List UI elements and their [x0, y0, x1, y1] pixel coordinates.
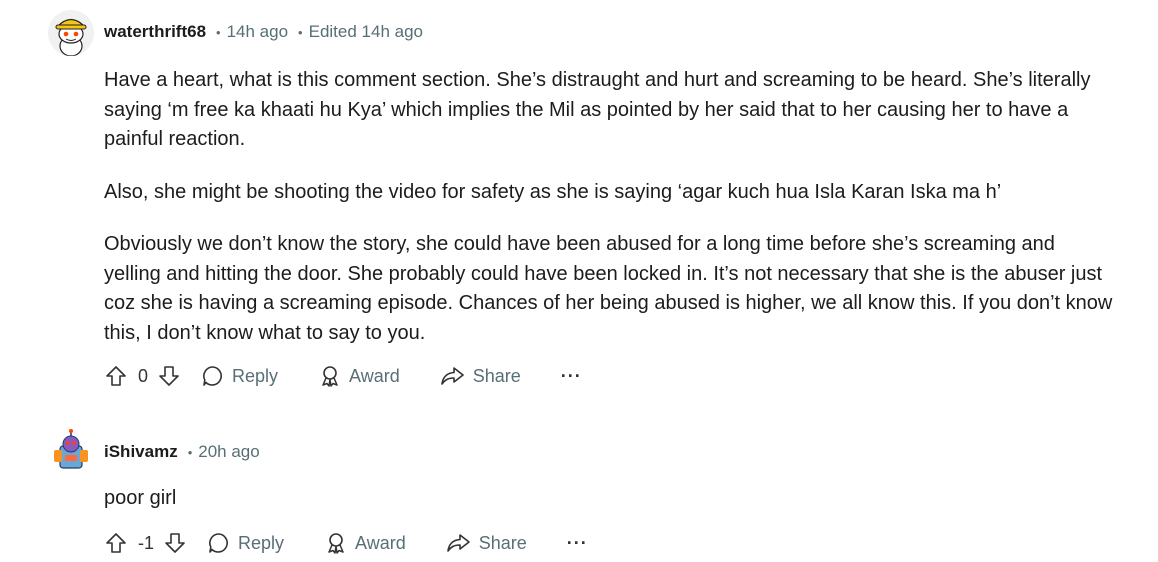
vote-score: -1 [138, 532, 155, 553]
comment-meta: iShivamz • 20h ago [104, 437, 260, 467]
timestamp[interactable]: 20h ago [198, 442, 259, 462]
vote-score: 0 [138, 365, 149, 386]
more-options-button[interactable]: ··· [567, 533, 588, 554]
separator-dot: • [216, 24, 221, 40]
comment-bubble-icon [203, 366, 222, 386]
comment-paragraph: Have a heart, what is this comment secti… [104, 69, 1091, 150]
upvote-icon [106, 533, 126, 553]
avatar[interactable] [48, 428, 94, 474]
comment-bubble-icon [209, 533, 228, 553]
username[interactable]: waterthrift68 [104, 22, 206, 42]
reply-label: Reply [232, 365, 279, 386]
share-label: Share [472, 365, 521, 386]
award-button[interactable]: Award [318, 364, 400, 388]
comment-actions: 0 Reply Award Share ··· [104, 359, 582, 393]
username[interactable]: iShivamz [104, 442, 178, 462]
comment-body: Have a heart, what is this comment secti… [104, 66, 1114, 371]
comment-paragraph: Obviously we don’t know the story, she c… [104, 233, 1113, 344]
share-icon [440, 367, 464, 385]
downvote-button[interactable] [163, 531, 187, 555]
downvote-icon [165, 533, 185, 553]
avatar[interactable] [48, 10, 94, 56]
comment-actions: -1 Reply Award Share ··· [104, 526, 588, 560]
more-options-button[interactable]: ··· [561, 366, 582, 387]
snoo-avatar-icon [48, 10, 94, 56]
comment-paragraph: poor girl [104, 487, 177, 509]
reply-button[interactable]: Reply [201, 364, 278, 388]
upvote-button[interactable] [104, 364, 128, 388]
reply-label: Reply [238, 532, 285, 553]
share-label: Share [478, 532, 527, 553]
downvote-icon [159, 366, 179, 386]
award-label: Award [355, 532, 406, 553]
award-icon [322, 366, 338, 387]
snoo-avatar-icon [54, 429, 88, 469]
share-button[interactable]: Share [446, 531, 527, 555]
share-button[interactable]: Share [440, 364, 521, 388]
separator-dot: • [298, 24, 303, 40]
share-icon [446, 534, 470, 552]
award-icon [328, 533, 344, 554]
separator-dot: • [187, 444, 193, 460]
award-button[interactable]: Award [324, 531, 406, 555]
upvote-icon [106, 366, 126, 386]
award-label: Award [349, 365, 400, 386]
timestamp[interactable]: 14h ago [227, 22, 288, 42]
edited-timestamp: Edited 14h ago [308, 22, 423, 41]
downvote-button[interactable] [157, 364, 181, 388]
upvote-button[interactable] [104, 531, 128, 555]
comment-meta: waterthrift68 • 14h ago • Edited 14h ago [104, 17, 423, 47]
comment-paragraph: Also, she might be shooting the video fo… [104, 180, 1002, 203]
reply-button[interactable]: Reply [207, 531, 284, 555]
